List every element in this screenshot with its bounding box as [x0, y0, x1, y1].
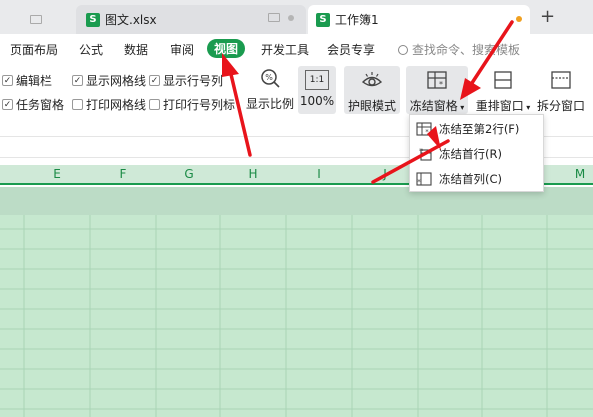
tab-file-2[interactable]: S 工作簿1 [308, 5, 530, 34]
view-toolbar: ✓ 编辑栏 ✓ 显示网格线 ✓ 显示行号列 ✓ 任务窗格 打印网格线 打印行号列… [0, 62, 593, 122]
dropdown-item-label: 冻结至第2行(F) [439, 122, 520, 136]
check-show-gridlines[interactable]: ✓ 显示网格线 [72, 72, 146, 89]
checkbox-empty-icon [149, 99, 160, 110]
eye-mode-button[interactable]: 护眼模式 [344, 66, 400, 114]
check-task-pane[interactable]: ✓ 任务窗格 [2, 96, 64, 113]
check-formula-bar[interactable]: ✓ 编辑栏 [2, 72, 52, 89]
column-letter[interactable]: G [156, 167, 222, 181]
zoom-percent-icon: % [261, 69, 280, 88]
column-letter[interactable]: I [286, 167, 352, 181]
freeze-rows-icon: * [416, 122, 432, 136]
tab-file-1[interactable]: S 图文.xlsx [76, 5, 306, 34]
unsaved-dot-icon [516, 16, 522, 22]
split-window-button[interactable]: 拆分窗口 [536, 66, 586, 114]
freeze-first-row-icon: * [419, 147, 432, 161]
freeze-first-col-icon: * [416, 172, 432, 186]
arrange-window-button[interactable]: 重排窗口 ▾ [472, 66, 534, 114]
new-tab-button[interactable]: + [540, 6, 555, 27]
checkbox-checked-icon: ✓ [2, 99, 13, 110]
freeze-panes-button[interactable]: * 冻结窗格 ▾ [406, 66, 468, 114]
ribbon-menu: 页面布局 公式 数据 审阅 视图 开发工具 会员专享 查找命令、搜索模板 [0, 34, 593, 62]
spreadsheet-logo-icon: S [86, 12, 100, 27]
arrange-window-label: 重排窗口 ▾ [475, 99, 531, 113]
svg-text:*: * [417, 178, 421, 186]
freeze-panes-icon: * [427, 71, 447, 89]
check-show-headers[interactable]: ✓ 显示行号列 [149, 72, 223, 89]
svg-text:*: * [439, 80, 443, 89]
freeze-to-row-2-item[interactable]: * 冻结至第2行(F) [410, 117, 543, 141]
check-label: 编辑栏 [16, 74, 53, 88]
check-label: 显示网格线 [86, 74, 147, 88]
menu-developer[interactable]: 开发工具 [261, 41, 309, 58]
column-letter[interactable]: M [547, 167, 593, 181]
column-letter[interactable]: E [24, 167, 90, 181]
split-window-label: 拆分窗口 [536, 99, 585, 113]
search-placeholder: 查找命令、搜索模板 [412, 43, 521, 57]
column-letter[interactable]: H [220, 167, 286, 181]
one-to-one-icon: 1:1 [305, 70, 329, 90]
checkbox-checked-icon: ✓ [2, 75, 13, 86]
check-print-gridlines[interactable]: 打印网格线 [72, 96, 146, 113]
tab-label: 图文.xlsx [105, 13, 157, 27]
checkbox-checked-icon: ✓ [149, 75, 160, 86]
zoom-ratio-button[interactable]: % 显示比例 [246, 68, 294, 112]
freeze-first-row-item[interactable]: * 冻结首行(R) [410, 142, 543, 166]
zoom-ratio-label: 显示比例 [246, 97, 295, 111]
menu-page-layout[interactable]: 页面布局 [10, 41, 58, 58]
zoom-100-label: 100% [299, 94, 335, 108]
dropdown-item-label: 冻结首行(R) [439, 147, 502, 161]
zoom-100-button[interactable]: 1:1 100% [298, 66, 336, 114]
checkbox-checked-icon: ✓ [72, 75, 83, 86]
menu-review[interactable]: 审阅 [170, 41, 194, 58]
close-dot-icon[interactable] [288, 14, 294, 21]
tab-bar: S 图文.xlsx S 工作簿1 + [0, 0, 593, 34]
dropdown-item-label: 冻结首列(C) [439, 172, 503, 186]
cell-grid[interactable] [0, 215, 593, 417]
monitor-icon[interactable] [268, 13, 280, 22]
menu-member[interactable]: 会员专享 [327, 41, 375, 58]
menu-formula[interactable]: 公式 [79, 41, 103, 58]
eye-icon [361, 72, 383, 87]
check-label: 打印行号列标 [163, 98, 236, 112]
svg-text:%: % [265, 73, 273, 82]
command-search[interactable]: 查找命令、搜索模板 [398, 41, 520, 58]
menu-data[interactable]: 数据 [124, 41, 148, 58]
monitor-icon [30, 15, 42, 24]
svg-text:*: * [425, 128, 429, 136]
menu-view[interactable]: 视图 [207, 39, 246, 58]
freeze-dropdown-menu: * 冻结至第2行(F) * 冻结首行(R) * 冻结首列(C) [409, 114, 544, 192]
check-print-headers[interactable]: 打印行号列标 [149, 96, 235, 113]
tab-label: 工作簿1 [335, 13, 379, 27]
arrange-window-icon [494, 71, 512, 89]
check-label: 显示行号列 [163, 74, 224, 88]
freeze-first-col-item[interactable]: * 冻结首列(C) [410, 167, 543, 191]
tab-home[interactable] [0, 5, 72, 34]
spreadsheet-logo-icon: S [316, 12, 330, 27]
search-icon [398, 44, 408, 55]
check-label: 打印网格线 [86, 98, 147, 112]
check-label: 任务窗格 [16, 98, 65, 112]
freeze-panes-label: 冻结窗格 ▾ [409, 99, 465, 113]
split-window-icon [551, 71, 571, 89]
eye-mode-label: 护眼模式 [347, 99, 396, 113]
grid-lines [0, 215, 593, 417]
checkbox-empty-icon [72, 99, 83, 110]
column-letter[interactable]: F [90, 167, 156, 181]
